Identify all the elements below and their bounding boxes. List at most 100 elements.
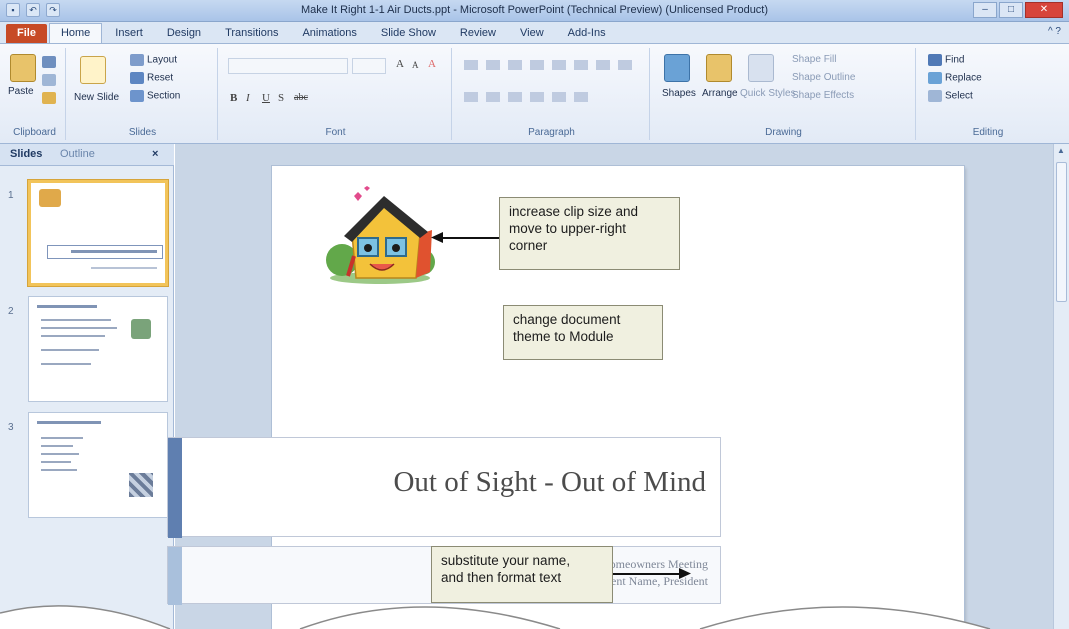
vertical-scrollbar[interactable]: ▲ bbox=[1053, 144, 1069, 629]
clipboard-group: Paste Clipboard bbox=[4, 48, 66, 140]
slide-thumbnail-1[interactable] bbox=[28, 180, 168, 286]
new-slide-icon[interactable] bbox=[80, 56, 106, 84]
slide-thumbnail-3[interactable] bbox=[28, 412, 168, 518]
tab-slide-show[interactable]: Slide Show bbox=[370, 24, 447, 43]
slide-thumbnail-2[interactable] bbox=[28, 296, 168, 402]
close-panel-icon[interactable]: × bbox=[152, 148, 158, 160]
thumbnail-clip-art bbox=[129, 473, 153, 497]
layout-icon bbox=[130, 54, 144, 66]
tab-review[interactable]: Review bbox=[449, 24, 507, 43]
format-painter-icon[interactable] bbox=[42, 92, 56, 104]
shapes-icon[interactable] bbox=[664, 54, 690, 82]
drawing-label: Drawing bbox=[765, 127, 802, 138]
section-label: Section bbox=[147, 90, 181, 102]
tab-outline[interactable]: Outline bbox=[60, 148, 95, 160]
quick-styles-button[interactable]: Quick Styles bbox=[740, 88, 796, 99]
minimize-button[interactable]: – bbox=[973, 2, 997, 18]
thumbnail-bullet-line bbox=[41, 461, 71, 463]
help-icon[interactable]: ^ ? bbox=[1048, 26, 1061, 37]
thumbnail-clip-art bbox=[39, 189, 61, 207]
tab-view[interactable]: View bbox=[509, 24, 555, 43]
paragraph-group: Paragraph bbox=[454, 48, 650, 140]
ribbon: Paste Clipboard New Slide Layout Reset S… bbox=[0, 44, 1069, 144]
editing-group: Find Replace Select Editing bbox=[918, 48, 1058, 140]
slides-panel: Slides Outline × 1 2 3 bbox=[0, 144, 174, 629]
arrowhead-icon bbox=[679, 568, 691, 579]
callout-line: theme to Module bbox=[513, 329, 614, 344]
maximize-button[interactable]: □ bbox=[999, 2, 1023, 18]
shape-effects-button[interactable]: Shape Effects bbox=[792, 90, 854, 101]
clipboard-label: Clipboard bbox=[13, 127, 56, 138]
close-button[interactable]: ✕ bbox=[1025, 2, 1063, 18]
tab-add-ins[interactable]: Add-Ins bbox=[557, 24, 617, 43]
find-icon bbox=[928, 54, 942, 66]
shadow-button[interactable]: S bbox=[278, 92, 284, 104]
thumbnail-subtitle-line bbox=[91, 267, 157, 269]
callout-line: increase clip size and bbox=[509, 204, 639, 219]
subtitle-accent-bar bbox=[168, 547, 182, 605]
thumbnail-bullet-line bbox=[41, 445, 73, 447]
title-placeholder[interactable]: Out of Sight - Out of Mind bbox=[167, 437, 721, 538]
layout-button[interactable]: Layout bbox=[130, 54, 177, 66]
font-name-box[interactable] bbox=[228, 58, 348, 74]
window-controls: – □ ✕ bbox=[973, 2, 1063, 18]
shapes-button[interactable]: Shapes bbox=[662, 88, 696, 99]
thumbnail-bullet-line bbox=[41, 349, 99, 351]
thumbnail-bullet-line bbox=[41, 363, 91, 365]
tab-transitions[interactable]: Transitions bbox=[214, 24, 289, 43]
section-icon bbox=[130, 90, 144, 102]
paste-button[interactable]: Paste bbox=[8, 86, 34, 97]
shape-fill-button[interactable]: Shape Fill bbox=[792, 54, 836, 65]
arrange-icon[interactable] bbox=[706, 54, 732, 82]
shape-outline-button[interactable]: Shape Outline bbox=[792, 72, 855, 83]
thumbnail-bullet-line bbox=[41, 469, 77, 471]
thumbnail-bullet-line bbox=[41, 319, 111, 321]
paste-icon[interactable] bbox=[10, 54, 36, 82]
copy-icon[interactable] bbox=[42, 74, 56, 86]
callout-line: corner bbox=[509, 238, 548, 253]
thumbnail-bullet-line bbox=[41, 335, 105, 337]
tab-animations[interactable]: Animations bbox=[291, 24, 367, 43]
callout-arrow-clip bbox=[440, 237, 499, 239]
cut-icon[interactable] bbox=[42, 56, 56, 68]
tab-insert[interactable]: Insert bbox=[104, 24, 154, 43]
list-buttons[interactable] bbox=[464, 60, 634, 70]
tab-design[interactable]: Design bbox=[156, 24, 212, 43]
slides-label: Slides bbox=[128, 127, 157, 138]
callout-arrow-name bbox=[613, 573, 681, 575]
slide-title: Out of Sight - Out of Mind bbox=[393, 466, 706, 498]
tab-home[interactable]: Home bbox=[48, 23, 103, 43]
align-buttons[interactable] bbox=[464, 92, 594, 102]
strikethrough-button[interactable]: abc bbox=[294, 92, 308, 103]
window-title: Make It Right 1-1 Air Ducts.ppt - Micros… bbox=[300, 4, 769, 16]
tab-slides[interactable]: Slides bbox=[10, 148, 42, 160]
replace-button[interactable]: Replace bbox=[928, 72, 982, 84]
font-group: A A A B I U S abc Font bbox=[220, 48, 452, 140]
font-label: Font bbox=[325, 127, 346, 138]
callout-line: substitute your name, bbox=[441, 553, 571, 568]
find-label: Find bbox=[945, 54, 965, 66]
drawing-group: Shapes Arrange Quick Styles Shape Fill S… bbox=[652, 48, 916, 140]
clear-format-button[interactable]: A bbox=[428, 58, 436, 70]
find-button[interactable]: Find bbox=[928, 54, 964, 66]
scroll-up-icon[interactable]: ▲ bbox=[1057, 146, 1065, 155]
font-size-box[interactable] bbox=[352, 58, 386, 74]
italic-button[interactable]: I bbox=[246, 92, 250, 104]
select-button[interactable]: Select bbox=[928, 90, 973, 102]
reset-button[interactable]: Reset bbox=[130, 72, 173, 84]
underline-button[interactable]: U bbox=[262, 92, 270, 104]
callout-name: substitute your name, and then format te… bbox=[431, 546, 613, 603]
tab-file[interactable]: File bbox=[6, 24, 47, 43]
arrange-button[interactable]: Arrange bbox=[702, 88, 738, 99]
paragraph-label: Paragraph bbox=[528, 127, 575, 138]
new-slide-button[interactable]: New Slide bbox=[74, 92, 119, 103]
slide-number: 3 bbox=[8, 422, 14, 433]
scroll-thumb[interactable] bbox=[1056, 162, 1067, 302]
bold-button[interactable]: B bbox=[230, 92, 237, 104]
house-clip-art[interactable] bbox=[324, 186, 436, 286]
shrink-font-button[interactable]: A bbox=[412, 60, 419, 70]
section-button[interactable]: Section bbox=[130, 90, 180, 102]
quick-styles-icon[interactable] bbox=[748, 54, 774, 82]
slides-group: New Slide Layout Reset Section Slides bbox=[68, 48, 218, 140]
grow-font-button[interactable]: A bbox=[396, 58, 404, 70]
